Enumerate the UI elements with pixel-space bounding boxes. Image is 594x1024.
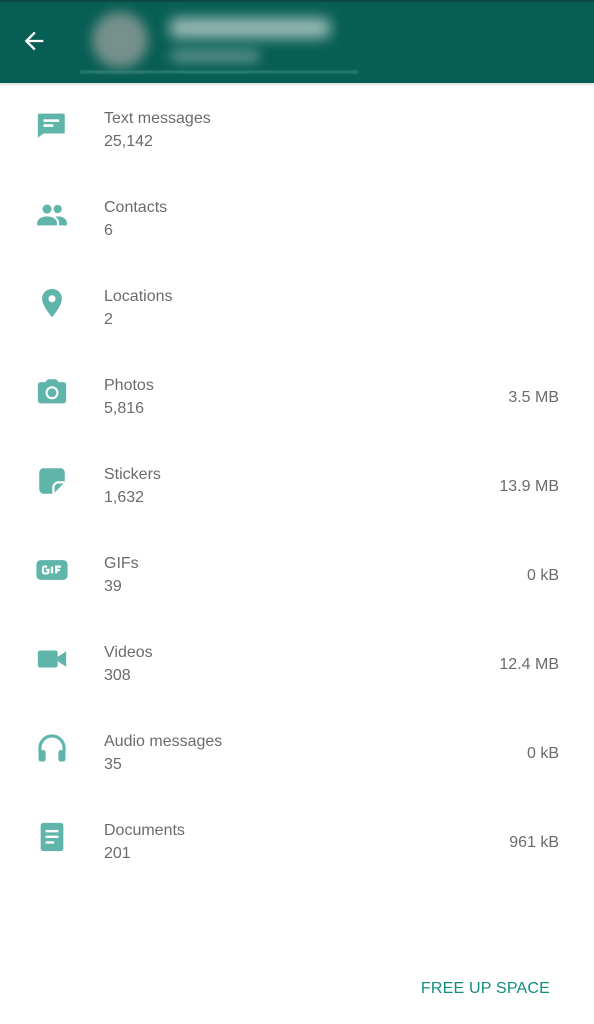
item-size: 3.5 MB <box>508 389 559 406</box>
item-count: 35 <box>104 756 122 773</box>
location-pin-icon <box>32 283 72 323</box>
item-size: 0 kB <box>526 567 559 584</box>
contact-name-blurred <box>170 18 330 38</box>
headphones-icon <box>32 728 72 768</box>
list-item-locations: Locations 2 <box>0 263 594 352</box>
gif-icon <box>32 550 72 590</box>
arrow-left-icon <box>20 27 48 60</box>
list-item-contacts: Contacts 6 <box>0 174 594 263</box>
item-size: 12.4 MB <box>499 656 559 673</box>
list-item-audio-messages: Audio messages 35 0 kB <box>0 708 594 797</box>
item-count: 25,142 <box>104 133 153 150</box>
message-icon <box>32 105 72 145</box>
contact-subtitle-blurred <box>170 50 260 62</box>
item-title: Photos <box>104 377 154 394</box>
back-button[interactable] <box>14 23 54 63</box>
item-title: Videos <box>104 644 153 661</box>
item-title: GIFs <box>104 555 139 572</box>
item-count: 2 <box>104 311 113 328</box>
item-title: Locations <box>104 288 173 305</box>
app-bar <box>0 0 594 83</box>
list-item-videos: Videos 308 12.4 MB <box>0 619 594 708</box>
item-title: Documents <box>104 822 185 839</box>
item-count: 308 <box>104 667 131 684</box>
list-item-documents: Documents 201 961 kB <box>0 797 594 886</box>
list-item-stickers: Stickers 1,632 13.9 MB <box>0 441 594 530</box>
item-count: 6 <box>104 222 113 239</box>
item-count: 39 <box>104 578 122 595</box>
item-title: Audio messages <box>104 733 223 750</box>
storage-usage-list: Text messages 25,142 Contacts 6 Location… <box>0 85 594 886</box>
item-title: Stickers <box>104 466 161 483</box>
document-icon <box>32 817 72 857</box>
item-count: 5,816 <box>104 400 145 417</box>
free-up-space-button[interactable]: FREE UP SPACE <box>421 980 550 998</box>
avatar <box>92 12 148 68</box>
item-size: 961 kB <box>509 834 559 851</box>
contacts-icon <box>32 194 72 234</box>
list-item-text-messages: Text messages 25,142 <box>0 85 594 174</box>
item-size: 13.9 MB <box>499 478 559 495</box>
sticker-icon <box>32 461 72 501</box>
list-item-gifs: GIFs 39 0 kB <box>0 530 594 619</box>
item-count: 201 <box>104 845 131 862</box>
status-strip <box>0 0 594 2</box>
video-icon <box>32 639 72 679</box>
item-size: 0 kB <box>526 745 559 762</box>
header-underline <box>80 71 358 73</box>
list-item-photos: Photos 5,816 3.5 MB <box>0 352 594 441</box>
camera-icon <box>32 372 72 412</box>
contact-header[interactable] <box>80 8 358 74</box>
item-title: Contacts <box>104 199 168 216</box>
item-count: 1,632 <box>104 489 145 506</box>
item-title: Text messages <box>104 110 211 127</box>
